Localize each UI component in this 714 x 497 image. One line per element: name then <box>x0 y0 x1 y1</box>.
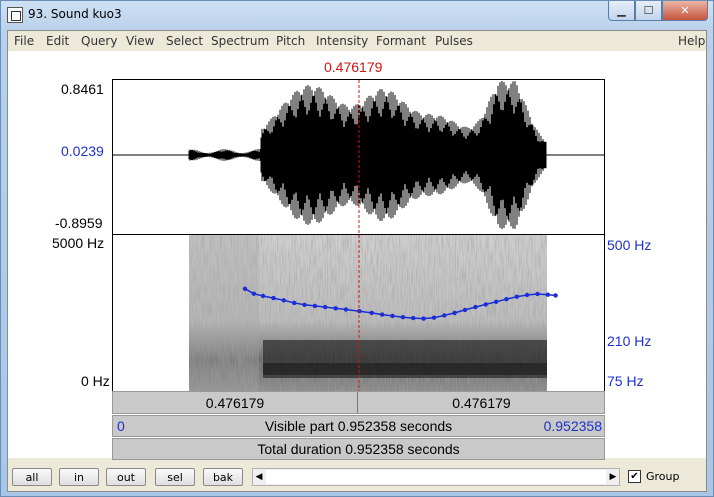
total-duration-label: Total duration 0.952358 seconds <box>257 441 460 457</box>
spectrogram-voice-bar <box>263 363 547 375</box>
editor-client-area: File Edit Query View Select Spectrum Pit… <box>7 30 707 492</box>
pitch-point <box>271 295 276 301</box>
pitch-point <box>312 303 318 309</box>
pitch-point <box>473 304 478 310</box>
menu-help[interactable]: Help <box>678 34 705 48</box>
time-bar-left[interactable]: 0.476179 <box>113 392 358 413</box>
group-check-icon[interactable]: ✔ <box>628 470 641 483</box>
spectrogram-plot <box>189 235 558 391</box>
spectrogram-view[interactable] <box>112 235 605 391</box>
menu-spectrum[interactable]: Spectrum <box>211 34 269 48</box>
menu-bar: File Edit Query View Select Spectrum Pit… <box>8 31 706 51</box>
sound-panel: 0.476179 0.8461 0.0239 -0.8959 5000 Hz 0… <box>8 51 706 460</box>
spectrogram-top-freq: 5000 Hz <box>52 235 105 251</box>
sound-editor-window: 93. Sound kuo3 ▁ ☐ ✕ File Edit Query Vie… <box>0 0 714 497</box>
time-bar[interactable]: 0.476179 0.476179 <box>112 391 605 414</box>
pitch-axis-top: 500 Hz <box>607 237 652 253</box>
minimize-button[interactable]: ▁ <box>608 1 635 21</box>
menu-file[interactable]: File <box>14 34 34 48</box>
pitch-point <box>535 291 540 297</box>
pitch-point <box>483 302 488 307</box>
title-bar[interactable]: 93. Sound kuo3 ▁ ☐ ✕ <box>1 1 713 29</box>
pitch-point <box>514 294 519 299</box>
pitch-axis-mid: 210 Hz <box>607 333 652 349</box>
menu-pitch[interactable]: Pitch <box>276 34 305 48</box>
close-button[interactable]: ✕ <box>662 1 708 21</box>
pitch-point <box>493 299 499 304</box>
scroll-right-arrow-icon[interactable]: ▶ <box>607 469 619 485</box>
pitch-point <box>462 307 468 313</box>
spectrogram-onset <box>189 235 259 391</box>
pitch-point <box>281 298 286 303</box>
pitch-point <box>545 292 550 297</box>
pitch-point <box>251 291 256 296</box>
scroll-left-arrow-icon[interactable]: ◀ <box>253 469 265 485</box>
time-scrollbar[interactable]: ◀ ▶ <box>252 468 620 486</box>
time-bar-right[interactable]: 0.476179 <box>359 392 604 413</box>
pitch-point <box>504 297 509 302</box>
visible-part-label: Visible part 0.952358 seconds <box>264 418 453 434</box>
pitch-point <box>553 293 558 298</box>
zoom-back-button[interactable]: bak <box>203 468 243 486</box>
zoom-all-button[interactable]: all <box>12 468 52 486</box>
maximize-button[interactable]: ☐ <box>635 1 662 21</box>
pitch-point <box>302 302 307 307</box>
pitch-point <box>431 315 437 320</box>
waveform-max-label: 0.8461 <box>61 81 104 97</box>
waveform-plot <box>113 80 604 234</box>
menu-edit[interactable]: Edit <box>46 34 69 48</box>
pitch-point <box>524 292 530 298</box>
pitch-point <box>411 315 416 321</box>
menu-query[interactable]: Query <box>81 34 117 48</box>
zoom-out-button[interactable]: out <box>106 468 146 486</box>
zoom-sel-button[interactable]: sel <box>155 468 195 486</box>
pitch-point <box>390 313 395 319</box>
menu-formant[interactable]: Formant <box>376 34 426 48</box>
pitch-point <box>369 310 374 316</box>
pitch-point <box>442 313 447 318</box>
pitch-point <box>333 306 338 311</box>
group-label: Group <box>646 470 680 483</box>
bottom-toolbar: all in out sel bak ◀ ▶ ✔ Group <box>8 461 706 491</box>
pitch-axis-bottom: 75 Hz <box>607 373 644 389</box>
visible-part-bar[interactable]: 0 Visible part 0.952358 seconds 0.952358 <box>112 415 605 437</box>
menu-intensity[interactable]: Intensity <box>316 34 368 48</box>
pitch-point <box>421 316 426 321</box>
pitch-point <box>323 304 328 310</box>
window-title: 93. Sound kuo3 <box>28 7 122 21</box>
pitch-point <box>292 300 297 306</box>
menu-pulses[interactable]: Pulses <box>435 34 473 48</box>
pitch-point <box>380 312 385 317</box>
pitch-point <box>400 315 406 320</box>
total-duration-bar[interactable]: Total duration 0.952358 seconds <box>112 438 605 460</box>
spectrogram-bottom-freq: 0 Hz <box>81 373 110 389</box>
pitch-point <box>260 293 266 299</box>
pitch-point <box>343 307 349 312</box>
waveform-min-label: -0.8959 <box>55 215 103 231</box>
menu-view[interactable]: View <box>126 34 154 48</box>
cursor-time-label: 0.476179 <box>324 59 383 75</box>
menu-select[interactable]: Select <box>166 34 203 48</box>
zoom-in-button[interactable]: in <box>59 468 99 486</box>
waveform-mid-label: 0.0239 <box>61 143 104 159</box>
pitch-point <box>242 286 248 291</box>
waveform-trace <box>188 81 547 229</box>
scroll-thumb[interactable] <box>266 470 606 484</box>
app-icon <box>7 7 23 23</box>
group-checkbox[interactable]: ✔ Group <box>628 470 680 483</box>
pitch-point <box>452 310 457 316</box>
waveform-view[interactable] <box>112 79 605 235</box>
visible-end: 0.952358 <box>543 418 602 434</box>
